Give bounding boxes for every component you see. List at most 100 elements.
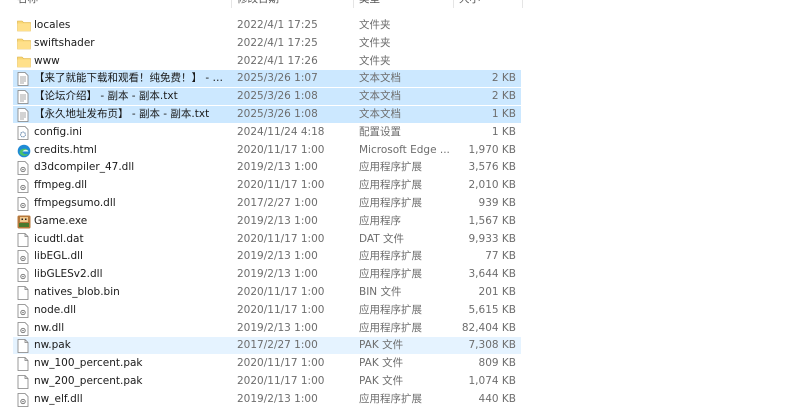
file-icon — [17, 232, 30, 247]
file-row[interactable]: 【永久地址发布页】 - 副本 - 副本.txt 2025/3/26 1:08 文本文… — [0, 105, 800, 124]
file-name: 【来了就能下载和观看！纯免费！】 - 副... — [34, 72, 230, 85]
file-date: 2019/2/13 1:00 — [237, 268, 318, 281]
file-date: 2020/11/17 1:00 — [237, 179, 325, 192]
file-size: 5,615 KB — [468, 303, 517, 316]
file-name: 【论坛介绍】 - 副本 - 副本.txt — [34, 90, 178, 103]
file-size: 939 KB — [478, 196, 516, 209]
file-name: nw.pak — [34, 339, 71, 352]
file-row[interactable]: locales 2022/4/1 17:25 文件夹 — [0, 17, 800, 35]
file-name: swiftshader — [34, 36, 95, 49]
file-icon — [17, 375, 30, 389]
column-header: 名称 修改日期 类型 大小 — [0, 0, 800, 8]
file-name: nw_elf.dll — [34, 392, 83, 405]
file-row[interactable]: swiftshader 2022/4/1 17:25 文件夹 — [0, 35, 800, 53]
text-file-icon — [17, 72, 30, 87]
file-size: 3,644 KB — [468, 268, 517, 281]
file-list: locales 2022/4/1 17:25 文件夹 swiftshader 2022/… — [0, 17, 800, 409]
file-date: 2019/2/13 1:00 — [237, 161, 318, 174]
file-row[interactable]: config.ini 2024/11/24 4:18 配置设置 1 KB — [0, 124, 800, 142]
file-size: 809 KB — [478, 357, 516, 370]
file-row[interactable]: credits.html 2020/11/17 1:00 Microsoft Edg… — [0, 142, 800, 160]
file-size: 440 KB — [478, 392, 516, 405]
file-date: 2019/2/13 1:00 — [237, 250, 318, 263]
dll-file-icon — [17, 161, 30, 176]
file-name: libEGL.dll — [34, 250, 83, 263]
file-size: 1,567 KB — [468, 214, 517, 227]
file-row[interactable]: d3dcompiler_47.dll 2019/2/13 1:00 应用程序扩展 3,… — [0, 159, 800, 177]
dll-file-icon — [17, 179, 30, 194]
file-row[interactable]: libEGL.dll 2019/2/13 1:00 应用程序扩展 77 KB — [0, 248, 800, 266]
file-row[interactable]: nw_200_percent.pak 2020/11/17 1:00 PAK 文件 1… — [0, 373, 800, 391]
file-size: 77 KB — [485, 250, 516, 263]
file-row[interactable]: Game.exe 2019/2/13 1:00 应用程序 1,567 KB — [0, 213, 800, 231]
column-divider[interactable] — [522, 0, 523, 8]
column-divider[interactable] — [231, 0, 232, 8]
file-size: 1,074 KB — [468, 374, 517, 387]
file-date: 2022/4/1 17:26 — [237, 54, 318, 67]
file-row[interactable]: nw.pak 2017/2/27 1:00 PAK 文件 7,308 KB — [0, 337, 800, 355]
folder-icon — [17, 19, 31, 33]
column-divider[interactable] — [453, 0, 454, 8]
column-date[interactable]: 修改日期 — [237, 0, 279, 8]
file-size: 2 KB — [491, 72, 516, 85]
file-date: 2020/11/17 1:00 — [237, 285, 325, 298]
dll-file-icon — [17, 197, 30, 211]
file-date: 2024/11/24 4:18 — [237, 125, 325, 138]
file-name: 【永久地址发布页】 - 副本 - 副本.txt — [34, 107, 210, 120]
file-name: nw.dll — [34, 321, 65, 334]
file-row[interactable]: nw_100_percent.pak 2020/11/17 1:00 PAK 文件 8… — [0, 355, 800, 373]
file-size: 1,970 KB — [468, 143, 517, 156]
column-type[interactable]: 类型 — [359, 0, 380, 8]
file-date: 2022/4/1 17:25 — [237, 19, 318, 31]
file-size: 9,933 KB — [468, 232, 517, 245]
file-row[interactable]: node.dll 2020/11/17 1:00 应用程序扩展 5,615 KB — [0, 302, 800, 320]
file-row[interactable]: libGLESv2.dll 2019/2/13 1:00 应用程序扩展 3,644 K… — [0, 266, 800, 284]
file-name: node.dll — [34, 303, 77, 316]
file-row[interactable]: natives_blob.bin 2020/11/17 1:00 BIN 文件 201… — [0, 284, 800, 302]
file-date: 2020/11/17 1:00 — [237, 303, 325, 316]
text-file-icon — [17, 90, 30, 105]
file-row[interactable]: ffmpegsumo.dll 2017/2/27 1:00 应用程序扩展 939 KB — [0, 195, 800, 213]
file-date: 2020/11/17 1:00 — [237, 232, 325, 245]
dll-file-icon — [17, 392, 30, 407]
file-row[interactable]: www 2022/4/1 17:26 文件夹 — [0, 53, 800, 71]
file-row[interactable]: 【来了就能下载和观看！纯免费！】 - 副... 2025/3/26 1:07 文本文… — [0, 70, 800, 88]
file-date: 2019/2/13 1:00 — [237, 392, 318, 405]
edge-icon — [17, 144, 31, 158]
dll-file-icon — [17, 321, 30, 336]
file-date: 2020/11/17 1:00 — [237, 357, 325, 370]
file-name: config.ini — [34, 125, 82, 138]
dll-file-icon — [17, 250, 30, 265]
file-name: natives_blob.bin — [34, 285, 120, 298]
file-row[interactable]: nw.dll 2019/2/13 1:00 应用程序扩展 82,404 KB — [0, 320, 800, 338]
file-icon — [17, 357, 30, 372]
file-date: 2022/4/1 17:25 — [237, 36, 318, 49]
file-name: www — [34, 54, 60, 67]
file-name: ffmpegsumo.dll — [34, 196, 116, 209]
file-row[interactable]: icudtl.dat 2020/11/17 1:00 DAT 文件 9,933 KB — [0, 231, 800, 249]
file-type: 文件夹 — [359, 54, 391, 67]
column-size[interactable]: 大小 — [459, 0, 480, 8]
file-date: 2025/3/26 1:07 — [237, 72, 318, 85]
file-name: credits.html — [34, 143, 97, 156]
file-row[interactable]: 【论坛介绍】 - 副本 - 副本.txt 2025/3/26 1:08 文本文档 2 … — [0, 88, 800, 106]
file-name: nw_100_percent.pak — [34, 357, 143, 370]
file-row[interactable]: nw_elf.dll 2019/2/13 1:00 应用程序扩展 440 KB — [0, 391, 800, 409]
file-name: d3dcompiler_47.dll — [34, 161, 135, 174]
folder-icon — [17, 37, 31, 51]
file-type: 文件夹 — [359, 19, 391, 31]
column-divider[interactable] — [353, 0, 354, 8]
file-row[interactable]: ffmpeg.dll 2020/11/17 1:00 应用程序扩展 2,010 KB — [0, 177, 800, 195]
file-date: 2019/2/13 1:00 — [237, 214, 318, 227]
file-size: 2,010 KB — [468, 179, 517, 192]
file-size: 201 KB — [478, 285, 516, 298]
folder-icon — [17, 55, 31, 69]
column-name[interactable]: 名称 — [17, 0, 38, 8]
file-name: ffmpeg.dll — [34, 179, 88, 192]
file-type: 文件夹 — [359, 36, 391, 49]
file-icon — [17, 339, 30, 354]
dll-file-icon — [17, 303, 30, 318]
file-name: nw_200_percent.pak — [34, 374, 143, 387]
file-size: 82,404 KB — [461, 321, 516, 334]
game-exe-icon — [17, 215, 31, 229]
